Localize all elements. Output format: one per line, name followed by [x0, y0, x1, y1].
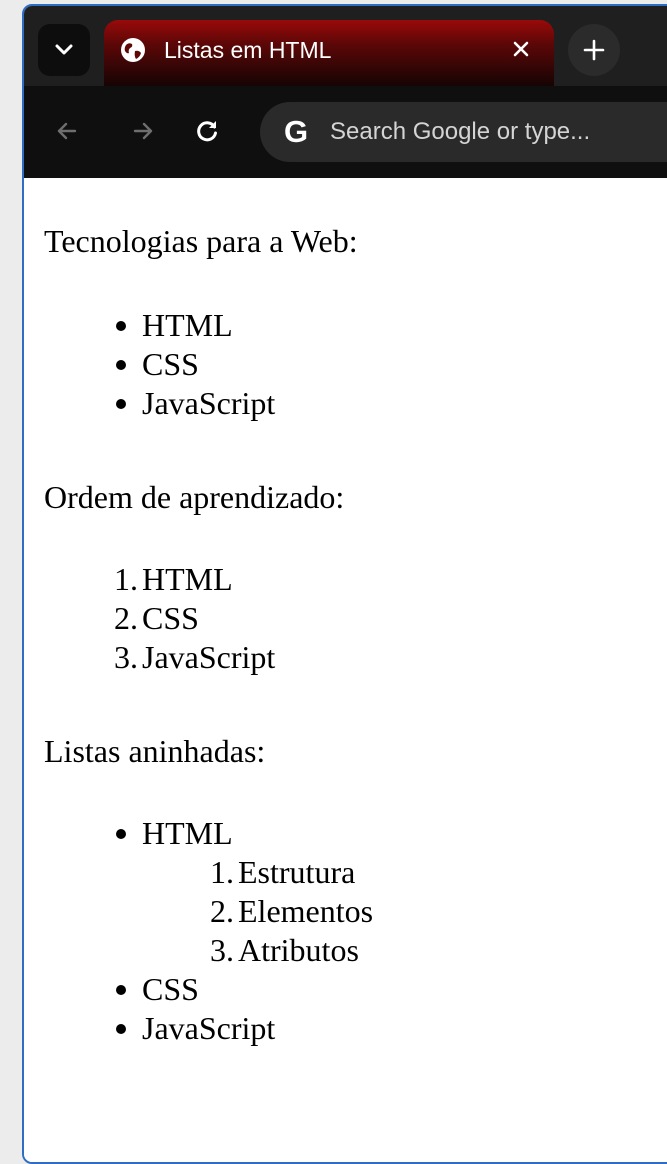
list-item: 1. Estrutura: [210, 854, 356, 890]
list-item: CSS: [116, 970, 542, 1009]
globe-icon: [121, 38, 145, 62]
arrow-left-icon: [57, 122, 77, 140]
list-item: HTML: [116, 306, 542, 345]
bullet-icon: [116, 985, 126, 995]
tab-strip: Listas em HTML: [24, 6, 667, 86]
list-item: JavaScript: [116, 1009, 542, 1048]
forward-button[interactable]: [124, 112, 162, 150]
list-marker: 2.: [210, 893, 234, 929]
list-marker: 1.: [114, 561, 138, 597]
section-heading-technologies: Tecnologias para a Web:: [44, 223, 358, 259]
reload-button[interactable]: [188, 112, 226, 150]
list-item: 1. HTML: [114, 561, 233, 597]
reload-icon: [197, 121, 217, 142]
back-button[interactable]: [48, 112, 86, 150]
chevron-down-icon: [55, 44, 73, 55]
new-tab-button[interactable]: [568, 24, 620, 76]
list-item: CSS: [116, 345, 542, 384]
tab-search-button[interactable]: [38, 24, 90, 76]
nested-ordered-list-container: 1. Estrutura 2. Elementos 3. Atributos: [142, 853, 542, 970]
close-icon: [513, 41, 529, 57]
nested-unordered-list: HTML 1. Estrutura 2. Elementos 3. Atributos…: [116, 814, 542, 1048]
unordered-list: HTML CSS JavaScript: [116, 306, 542, 423]
bullet-icon: [116, 829, 126, 839]
list-item: 2. Elementos: [210, 893, 374, 929]
list-item: 3. JavaScript: [114, 639, 276, 675]
list-item: JavaScript: [116, 384, 542, 423]
bullet-icon: [116, 321, 126, 331]
tab-close-button[interactable]: [506, 34, 536, 64]
ordered-list: 1. HTML 2. CSS 3. JavaScript: [114, 560, 542, 677]
plus-icon: [583, 39, 605, 61]
bullet-icon: [116, 360, 126, 370]
list-item: 3. Atributos: [210, 932, 359, 968]
browser-window: Listas em HTML G Search Google or type..…: [22, 4, 667, 1164]
omnibox-placeholder: Search Google or type...: [330, 118, 591, 145]
list-item: 2. CSS: [114, 600, 199, 636]
arrow-right-icon: [133, 122, 153, 140]
tab-active[interactable]: Listas em HTML: [104, 20, 554, 86]
nested-ordered-list: 1. Estrutura 2. Elementos 3. Atributos: [210, 853, 538, 970]
list-marker: 1.: [210, 854, 234, 890]
list-marker: 3.: [210, 932, 234, 968]
browser-toolbar: G Search Google or type...: [24, 86, 667, 178]
bullet-icon: [116, 399, 126, 409]
omnibox[interactable]: G Search Google or type...: [260, 102, 667, 162]
section-heading-learning-order: Ordem de aprendizado:: [44, 479, 345, 515]
bullet-icon: [116, 1024, 126, 1034]
section-heading-nested-lists: Listas aninhadas:: [44, 733, 266, 769]
list-marker: 2.: [114, 600, 138, 636]
list-item: HTML: [116, 814, 542, 853]
page-content: Tecnologias para a Web: HTML CSS JavaScr…: [24, 178, 667, 1162]
list-marker: 3.: [114, 639, 138, 675]
google-g-icon: G: [283, 114, 309, 149]
tab-title: Listas em HTML: [164, 37, 332, 63]
